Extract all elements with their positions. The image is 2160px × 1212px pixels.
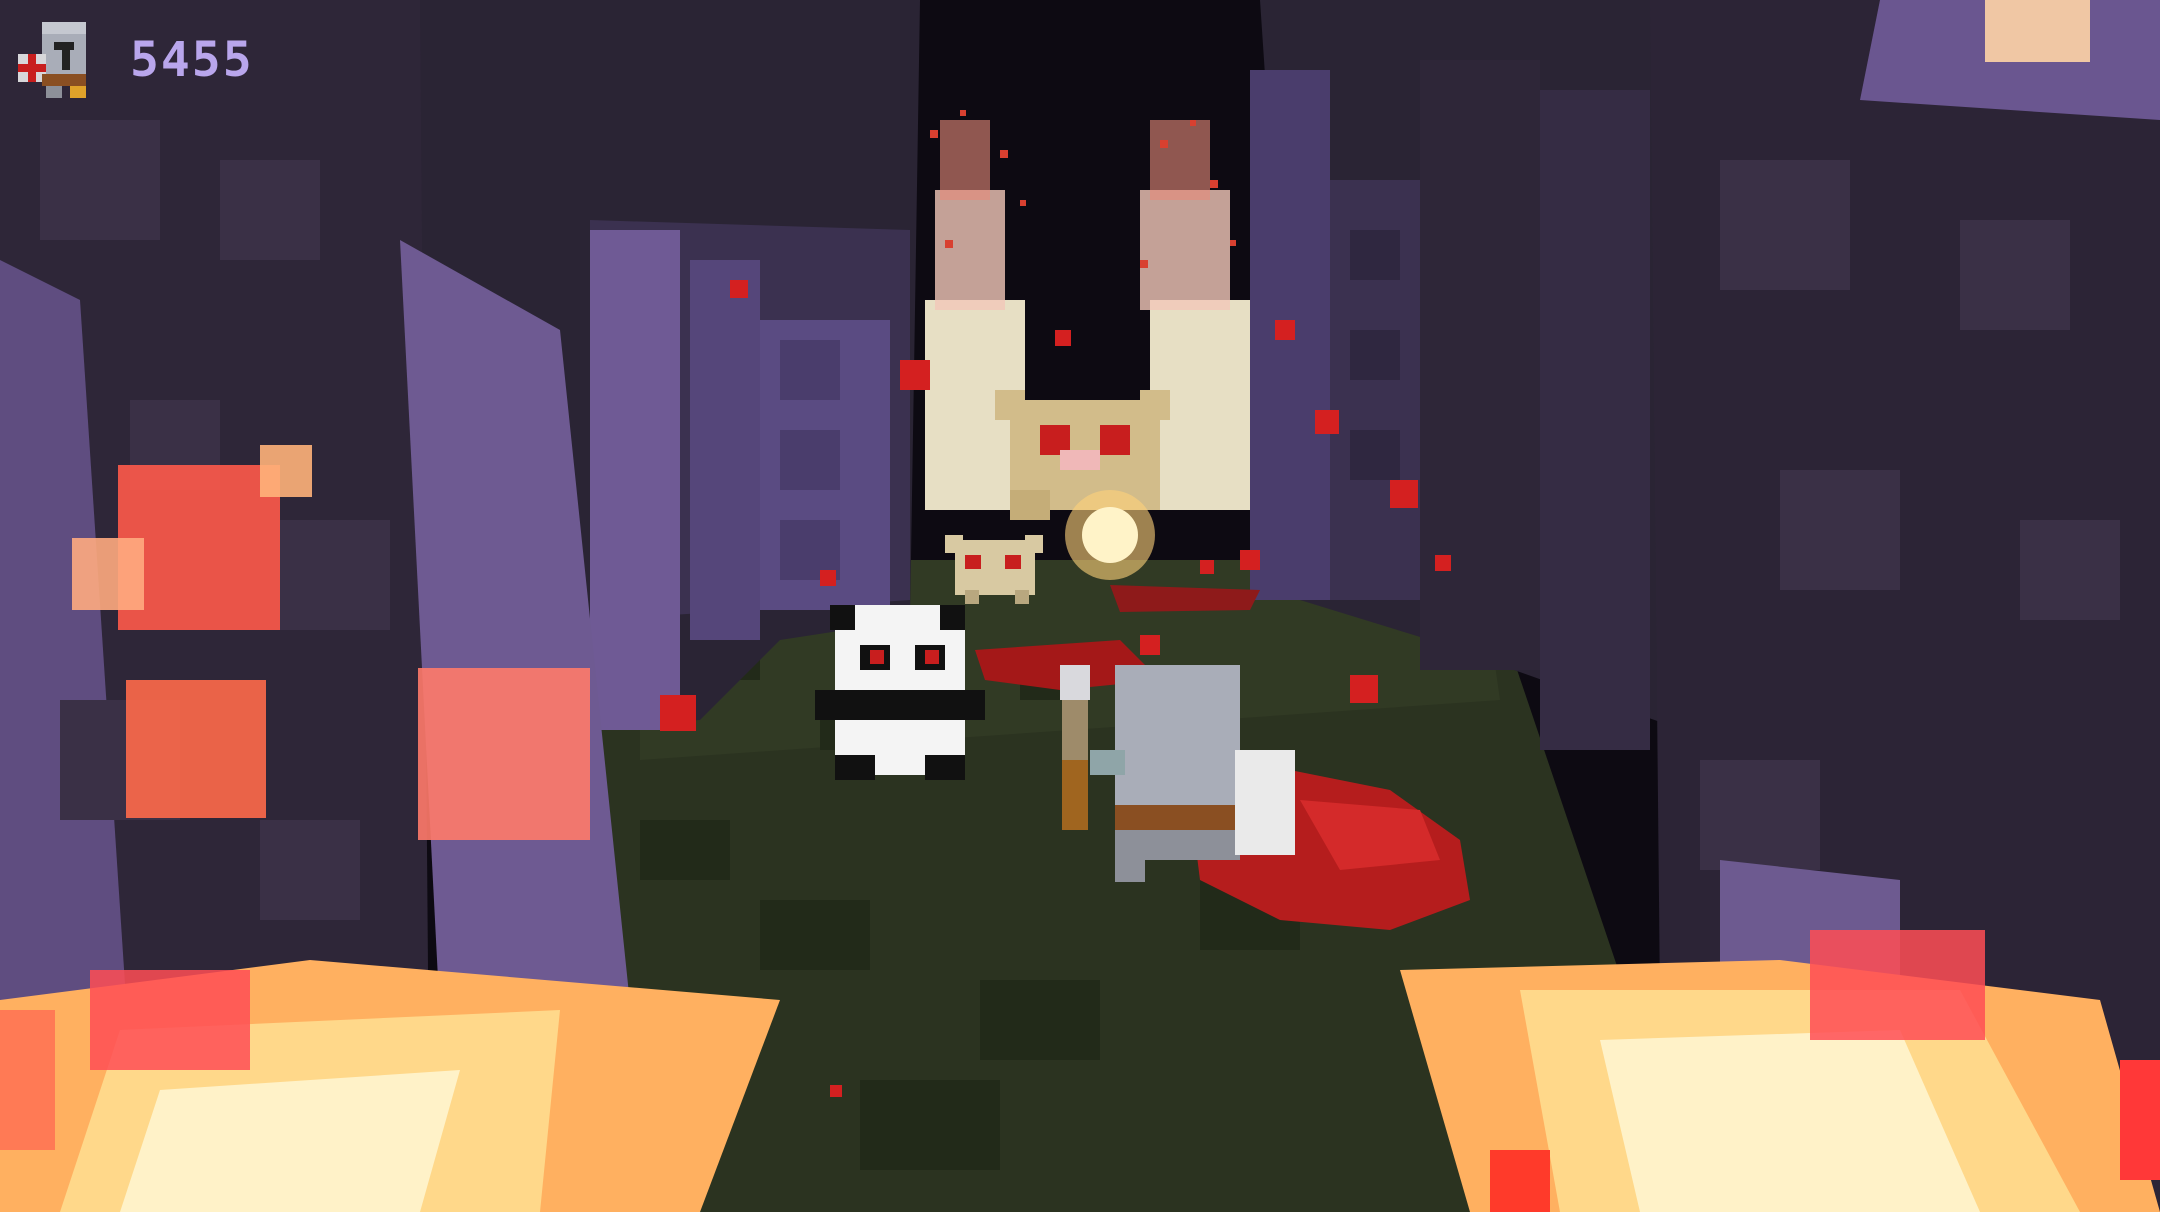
- panda-enemy[interactable]: [815, 605, 985, 780]
- score-counter: 5455: [130, 32, 254, 88]
- game-scene: [0, 0, 2160, 1212]
- hud: 5455: [18, 20, 254, 100]
- fox-enemy[interactable]: [945, 535, 1043, 604]
- fireball: [1065, 490, 1155, 580]
- knight-helmet-icon: [18, 22, 86, 98]
- right-wall-light-block: [1985, 0, 2090, 62]
- game-viewport[interactable]: 5455: [0, 0, 2160, 1212]
- lava-pool-left: [0, 960, 780, 1212]
